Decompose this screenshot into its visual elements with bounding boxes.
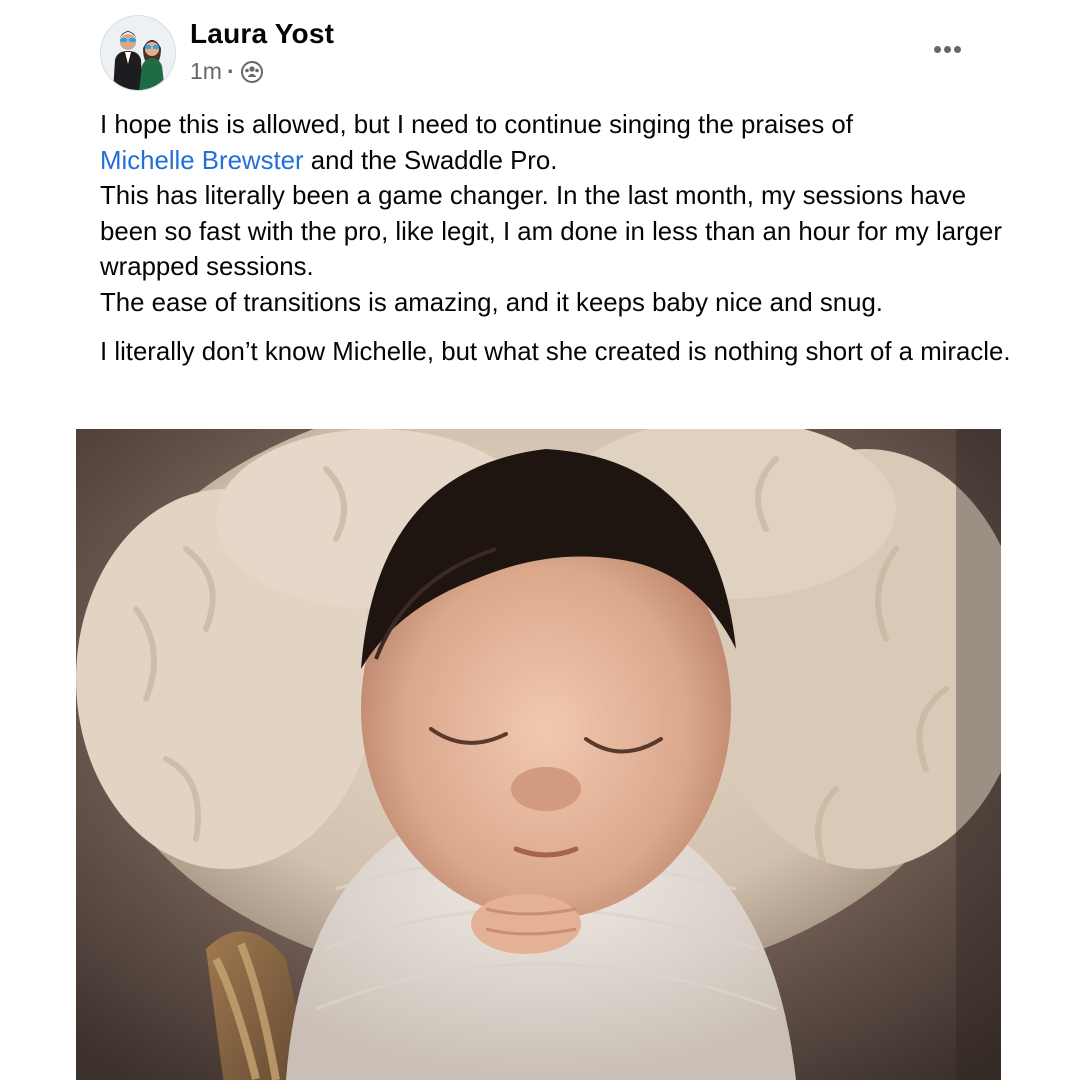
post-paragraph-1: I hope this is allowed, but I need to co…	[100, 108, 1020, 321]
author-name[interactable]: Laura Yost	[190, 18, 334, 50]
post-text-intro: I hope this is allowed, but I need to co…	[100, 111, 853, 139]
group-audience-icon[interactable]	[240, 60, 264, 84]
more-options-icon[interactable]	[926, 32, 968, 66]
post-text-after-mention: and the Swaddle Pro.	[303, 146, 558, 175]
author-avatar[interactable]	[100, 15, 176, 91]
meta-separator: ·	[226, 58, 235, 84]
post-meta: 1m ·	[190, 58, 264, 85]
post-paragraph-2: I literally don’t know Michelle, but wha…	[100, 338, 1011, 366]
avatar-image	[101, 16, 175, 90]
post-body: I hope this is allowed, but I need to co…	[100, 108, 1020, 371]
mention-link[interactable]: Michelle Brewster	[100, 147, 304, 175]
post-timestamp[interactable]: 1m	[190, 58, 222, 85]
post-photo[interactable]	[76, 429, 1001, 1080]
newborn-photo	[76, 429, 1001, 1080]
post-text-line-4: The ease of transitions is amazing, and …	[100, 288, 883, 317]
post-text-line-3: This has literally been a game changer. …	[100, 182, 1002, 281]
